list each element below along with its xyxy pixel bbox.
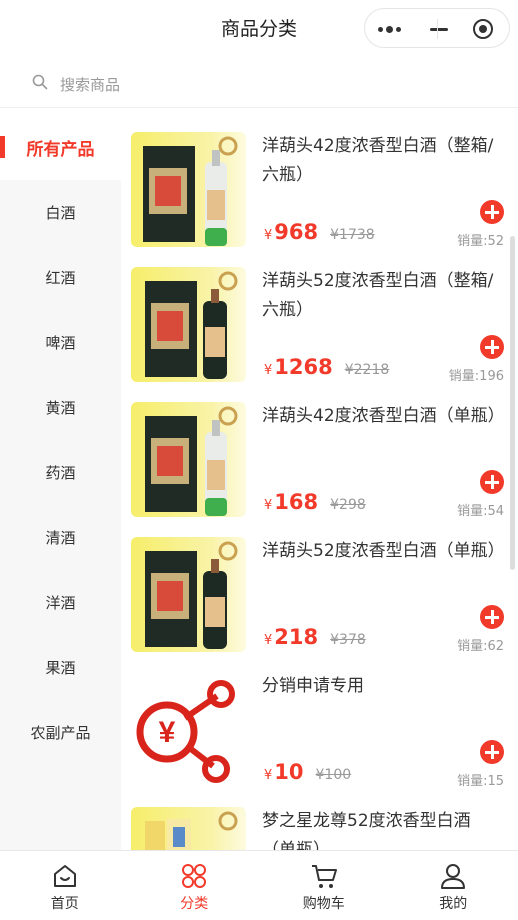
product-image bbox=[131, 537, 246, 652]
sales-count: 销量:54 bbox=[457, 504, 504, 519]
add-to-cart-icon[interactable] bbox=[480, 335, 504, 359]
sidebar-item-all[interactable]: 所有产品 bbox=[0, 114, 121, 180]
product-name: 洋葫头52度浓香型白酒（单瓶） bbox=[262, 541, 505, 561]
product-price: ¥968 ¥1738 bbox=[264, 220, 375, 244]
product-price: ¥218 ¥378 bbox=[264, 625, 366, 649]
more-menu-icon[interactable] bbox=[365, 9, 413, 49]
sidebar-item-fruit-wine[interactable]: 果酒 bbox=[0, 635, 121, 700]
sidebar-item-label: 啤酒 bbox=[45, 334, 76, 352]
nav-header: 商品分类 bbox=[0, 0, 518, 56]
tab-label: 我的 bbox=[439, 896, 468, 912]
tab-home[interactable]: 首页 bbox=[0, 851, 130, 920]
sidebar-item-label: 白酒 bbox=[45, 204, 76, 222]
minimize-icon[interactable] bbox=[415, 9, 463, 49]
sidebar-item-huangjiu[interactable]: 黄酒 bbox=[0, 375, 121, 440]
sidebar-item-spirits[interactable]: 洋酒 bbox=[0, 570, 121, 635]
product-card[interactable]: 洋葫头52度浓香型白酒（单瓶） ¥218 ¥378 销量:62 bbox=[131, 537, 506, 655]
sales-count: 销量:196 bbox=[448, 369, 504, 384]
product-image bbox=[131, 132, 246, 247]
search-icon bbox=[32, 74, 48, 90]
search-bar bbox=[0, 62, 518, 108]
bottom-tab-bar: 首页 分类 购物车 我的 bbox=[0, 850, 518, 920]
capsule-divider bbox=[437, 19, 438, 39]
sidebar-item-label: 农副产品 bbox=[30, 724, 91, 742]
close-target-icon[interactable] bbox=[461, 9, 505, 49]
product-list[interactable]: 洋葫头42度浓香型白酒（整箱/六瓶） ¥968 ¥1738 销量:52 洋葫头5… bbox=[121, 114, 518, 850]
product-name: 洋葫头52度浓香型白酒（整箱/六瓶） bbox=[262, 271, 494, 320]
category-sidebar: 所有产品 白酒 红酒 啤酒 黄酒 药酒 清酒 洋酒 果酒 农副产品 bbox=[0, 114, 121, 850]
sidebar-item-label: 黄酒 bbox=[45, 399, 76, 417]
product-image bbox=[131, 402, 246, 517]
cart-icon bbox=[311, 865, 337, 888]
add-to-cart-icon[interactable] bbox=[480, 605, 504, 629]
original-price: ¥378 bbox=[330, 632, 366, 648]
original-price: ¥298 bbox=[330, 497, 366, 513]
product-name: 洋葫头42度浓香型白酒（整箱/六瓶） bbox=[262, 136, 494, 185]
home-icon bbox=[53, 865, 76, 887]
product-name: 梦之星龙尊52度浓香型白酒（单瓶） bbox=[262, 811, 471, 850]
category-icon bbox=[182, 864, 207, 888]
product-card[interactable]: ¥ 分销申请专用 ¥10 ¥100 销量:15 bbox=[131, 672, 506, 790]
share-yen-icon: ¥ bbox=[136, 680, 235, 783]
sales-count: 销量:62 bbox=[457, 639, 504, 654]
sidebar-item-sake[interactable]: 清酒 bbox=[0, 505, 121, 570]
mini-program-capsule bbox=[364, 8, 510, 48]
tab-label: 首页 bbox=[50, 896, 79, 912]
sidebar-item-wine[interactable]: 红酒 bbox=[0, 245, 121, 310]
profile-icon bbox=[441, 864, 466, 889]
svg-text:¥: ¥ bbox=[159, 716, 176, 749]
sales-count: 销量:15 bbox=[457, 774, 504, 789]
sidebar-item-beer[interactable]: 啤酒 bbox=[0, 310, 121, 375]
product-name: 分销申请专用 bbox=[262, 676, 364, 696]
sidebar-item-medicinal[interactable]: 药酒 bbox=[0, 440, 121, 505]
search-input[interactable] bbox=[60, 72, 460, 98]
sidebar-item-farm-products[interactable]: 农副产品 bbox=[0, 700, 121, 765]
sidebar-item-label: 果酒 bbox=[45, 659, 76, 677]
original-price: ¥100 bbox=[315, 767, 352, 783]
sidebar-item-label: 药酒 bbox=[45, 464, 76, 482]
add-to-cart-icon[interactable] bbox=[480, 740, 504, 764]
tab-profile[interactable]: 我的 bbox=[389, 851, 518, 920]
product-image bbox=[131, 267, 246, 382]
tab-cart[interactable]: 购物车 bbox=[259, 851, 389, 920]
sidebar-item-label: 红酒 bbox=[45, 269, 76, 287]
sidebar-item-label: 所有产品 bbox=[26, 139, 95, 160]
product-card[interactable]: 洋葫头52度浓香型白酒（整箱/六瓶） ¥1268 ¥2218 销量:196 bbox=[131, 267, 506, 385]
product-image bbox=[131, 807, 246, 850]
product-price: ¥1268 ¥2218 bbox=[264, 355, 390, 379]
product-image: ¥ bbox=[131, 672, 246, 787]
tab-category[interactable]: 分类 bbox=[130, 851, 260, 920]
product-card[interactable]: 洋葫头42度浓香型白酒（单瓶） ¥168 ¥298 销量:54 bbox=[131, 402, 506, 520]
product-card[interactable]: 梦之星龙尊52度浓香型白酒（单瓶） bbox=[131, 807, 506, 850]
product-name: 洋葫头42度浓香型白酒（单瓶） bbox=[262, 406, 505, 426]
sidebar-item-label: 洋酒 bbox=[45, 594, 76, 612]
tab-label: 分类 bbox=[180, 896, 209, 912]
add-to-cart-icon[interactable] bbox=[480, 200, 504, 224]
original-price: ¥1738 bbox=[330, 227, 375, 243]
sidebar-item-baijiu[interactable]: 白酒 bbox=[0, 180, 121, 245]
sidebar-item-label: 清酒 bbox=[45, 529, 76, 547]
product-card[interactable]: 洋葫头42度浓香型白酒（整箱/六瓶） ¥968 ¥1738 销量:52 bbox=[131, 132, 506, 250]
tab-label: 购物车 bbox=[302, 896, 345, 912]
sales-count: 销量:52 bbox=[457, 234, 504, 249]
product-price: ¥168 ¥298 bbox=[264, 490, 366, 514]
scrollbar[interactable] bbox=[510, 236, 515, 570]
product-price: ¥10 ¥100 bbox=[264, 760, 352, 784]
original-price: ¥2218 bbox=[344, 362, 390, 378]
add-to-cart-icon[interactable] bbox=[480, 470, 504, 494]
